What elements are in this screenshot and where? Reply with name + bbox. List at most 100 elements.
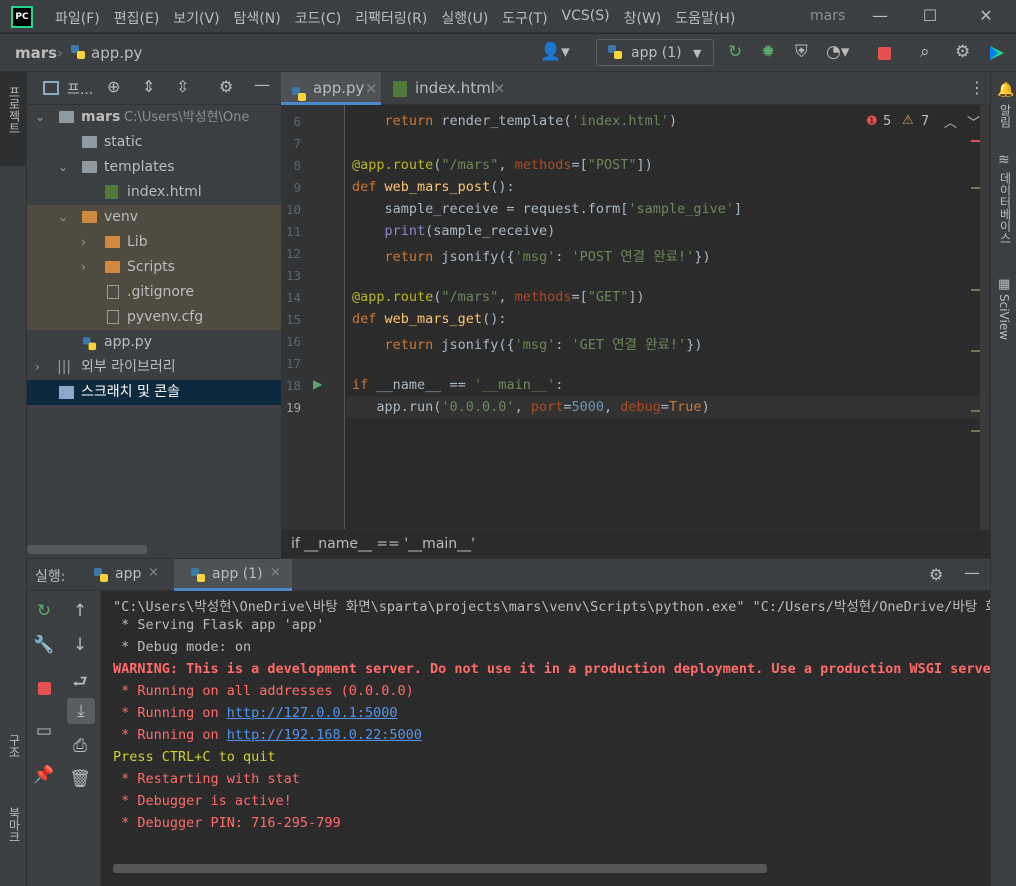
breadcrumb-project[interactable]: mars xyxy=(15,44,57,62)
notifications-label[interactable]: 알림 xyxy=(997,104,1014,128)
console-line: * Debugger is active! xyxy=(113,793,292,809)
run-tab-app-1[interactable]: app (1) × xyxy=(174,559,292,591)
project-tool-tab[interactable]: 프로젝트 xyxy=(0,72,26,166)
code-line-9: def web_mars_post(): xyxy=(352,179,515,195)
pin-icon[interactable]: 📌 xyxy=(31,765,57,785)
structure-tool-label[interactable]: 구조 xyxy=(6,734,23,758)
user-icon[interactable]: 👤▾ xyxy=(540,43,570,61)
close-tab-icon[interactable]: × xyxy=(148,565,159,580)
layout-icon[interactable]: ▭ xyxy=(31,721,57,741)
more-options-icon[interactable]: ⋮ xyxy=(969,78,985,97)
menu-refactor[interactable]: 리팩터링(R) xyxy=(355,8,427,28)
run-gutter-icon[interactable]: ▶ xyxy=(313,377,322,391)
minimize-button[interactable]: — xyxy=(870,6,890,25)
folder-icon xyxy=(105,261,120,273)
collapse-all-icon[interactable]: ⇳ xyxy=(176,77,189,96)
stop-icon[interactable] xyxy=(38,682,51,695)
tree-item-app-py[interactable]: app.py xyxy=(27,330,281,355)
gear-icon[interactable]: ⚙ xyxy=(929,565,943,584)
editor-breadcrumb[interactable]: if __name__ == '__main__' xyxy=(281,529,990,558)
trash-icon[interactable]: 🗑 xyxy=(67,769,93,789)
tab-index-html[interactable]: index.html × xyxy=(385,72,510,105)
tree-item-static[interactable]: static xyxy=(27,130,281,155)
tree-item-external-libraries[interactable]: › ||| 외부 라이브러리 xyxy=(27,355,281,380)
menu-vcs[interactable]: VCS(S) xyxy=(562,8,610,28)
rerun-icon[interactable]: ↻ xyxy=(31,601,57,621)
menu-help[interactable]: 도움말(H) xyxy=(675,8,735,28)
chevron-up-icon[interactable]: ︿ xyxy=(944,112,957,131)
hide-panel-icon[interactable]: — xyxy=(964,563,980,582)
coverage-icon[interactable]: ⛨ xyxy=(795,43,808,61)
gear-icon[interactable]: ⚙ xyxy=(219,77,233,96)
chevron-down-icon[interactable]: ﹀ xyxy=(967,112,980,131)
lan-address-link[interactable]: http://192.168.0.22:5000 xyxy=(227,727,422,743)
print-icon[interactable]: ⎙ xyxy=(67,736,93,756)
locate-icon[interactable]: ⊕ xyxy=(107,77,120,96)
menu-view[interactable]: 보기(V) xyxy=(173,8,219,28)
tree-item-templates[interactable]: ⌄ templates xyxy=(27,155,281,180)
close-tab-icon[interactable]: × xyxy=(270,565,281,580)
breadcrumb-file[interactable]: app.py xyxy=(91,44,142,62)
tree-item-scratches[interactable]: 스크래치 및 콘솔 xyxy=(27,380,281,405)
ignore-file-icon xyxy=(107,285,119,299)
console-line: * Running on http://192.168.0.22:5000 xyxy=(113,727,422,743)
project-panel-title[interactable]: 프... xyxy=(67,79,93,99)
jetbrains-toolbox-icon[interactable] xyxy=(988,44,1006,62)
tree-item-scripts[interactable]: › Scripts xyxy=(27,255,281,280)
tab-app-py[interactable]: app.py × xyxy=(281,72,381,105)
menu-code[interactable]: 코드(C) xyxy=(295,8,341,28)
folder-icon xyxy=(59,111,74,123)
horizontal-scrollbar[interactable] xyxy=(113,864,767,873)
sciview-icon[interactable]: ▦ xyxy=(998,277,1010,292)
search-icon[interactable]: ⌕ xyxy=(920,43,930,61)
folder-icon xyxy=(82,211,97,223)
tree-item-mars[interactable]: ⌄ mars C:\Users\박성현\One xyxy=(27,105,281,130)
chevron-down-icon: ⌄ xyxy=(35,110,46,124)
error-icon[interactable]: ❶ xyxy=(866,114,878,129)
database-icon[interactable]: ≋ xyxy=(998,152,1010,168)
maximize-button[interactable]: ☐ xyxy=(920,6,940,25)
tree-item-lib[interactable]: › Lib xyxy=(27,230,281,255)
wrench-icon[interactable]: 🔧 xyxy=(31,635,57,655)
menu-file[interactable]: 파일(F) xyxy=(55,8,100,28)
soft-wrap-icon[interactable]: ⮐ xyxy=(67,669,93,698)
gear-icon[interactable]: ⚙ xyxy=(955,43,970,61)
scroll-to-end-icon[interactable]: ⤓ xyxy=(68,701,94,721)
arrow-up-icon[interactable]: ↑ xyxy=(67,601,93,621)
tree-item-venv[interactable]: ⌄ venv xyxy=(27,205,281,230)
sciview-label[interactable]: SciView xyxy=(997,294,1011,340)
menu-edit[interactable]: 편집(E) xyxy=(114,8,160,28)
profile-icon[interactable]: ◔▾ xyxy=(826,43,849,61)
warning-icon[interactable]: ⚠ xyxy=(902,113,914,128)
debug-icon[interactable]: ✹ xyxy=(761,43,775,61)
arrow-down-icon[interactable]: ↓ xyxy=(67,635,93,655)
close-tab-icon[interactable]: × xyxy=(365,72,378,105)
vertical-scrollbar[interactable] xyxy=(980,105,989,529)
expand-all-icon[interactable]: ⇕ xyxy=(142,77,155,96)
rerun-icon[interactable]: ↻ xyxy=(728,43,742,61)
database-label[interactable]: 데이터베이스 xyxy=(997,172,1014,244)
close-button[interactable]: ✕ xyxy=(976,6,996,25)
run-configuration-select[interactable]: app (1) ▼ xyxy=(596,39,714,66)
stop-icon[interactable] xyxy=(878,47,891,60)
close-tab-icon[interactable]: × xyxy=(493,72,506,105)
chevron-down-icon: ▼ xyxy=(693,47,702,60)
tree-item-index-html[interactable]: index.html xyxy=(27,180,281,205)
run-console-output[interactable]: "C:\Users\박성현\OneDrive\바탕 화면\sparta\proj… xyxy=(101,591,990,886)
menu-run[interactable]: 실행(U) xyxy=(441,8,488,28)
menu-navigate[interactable]: 탐색(N) xyxy=(234,8,281,28)
chevron-right-icon: › xyxy=(35,360,40,374)
localhost-link[interactable]: http://127.0.0.1:5000 xyxy=(227,705,398,721)
code-editor[interactable]: 6 7 8 9 10 11 12 13 14 15 16 17 18 19 ▶ … xyxy=(281,105,990,529)
menu-tools[interactable]: 도구(T) xyxy=(502,8,547,28)
run-tab-app[interactable]: app × xyxy=(85,559,167,591)
menu-window[interactable]: 창(W) xyxy=(624,8,662,28)
python-config-icon xyxy=(93,567,109,587)
tree-item-pyvenv-cfg[interactable]: pyvenv.cfg xyxy=(27,305,281,330)
horizontal-scrollbar[interactable] xyxy=(27,545,147,554)
bell-icon[interactable]: 🔔 xyxy=(997,82,1014,98)
chevron-right-icon: › xyxy=(81,235,86,249)
hide-panel-icon[interactable]: — xyxy=(254,75,270,94)
tree-item-gitignore[interactable]: .gitignore xyxy=(27,280,281,305)
bookmarks-tool-label[interactable]: 북마크 xyxy=(6,807,23,843)
